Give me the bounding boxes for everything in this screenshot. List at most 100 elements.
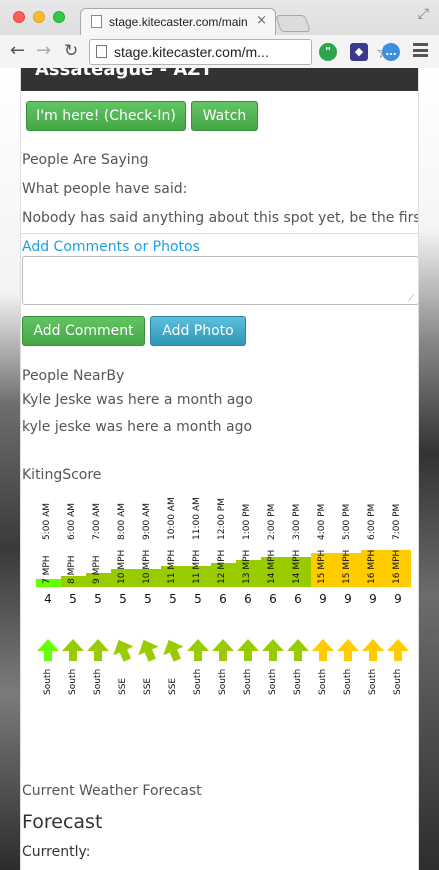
time-label: 9:00 AM (142, 503, 152, 540)
wind-direction-arrow-icon (211, 638, 235, 662)
wind-direction-arrow-icon (236, 638, 260, 662)
comments-subheading: What people have said: (22, 181, 188, 197)
back-icon[interactable]: ← (10, 41, 25, 61)
direction-label: South (268, 668, 278, 695)
nearby-entry: kyle jeske was here a month ago (22, 419, 253, 435)
score-label: 9 (369, 592, 377, 606)
new-tab-button[interactable] (275, 15, 311, 32)
wind-label: 10 MPH (117, 549, 127, 584)
time-label: 7:00 AM (92, 503, 102, 540)
time-label: 8:00 AM (117, 503, 127, 540)
score-label: 9 (394, 592, 402, 606)
wind-label: 12 MPH (217, 549, 227, 584)
watch-button[interactable]: Watch (191, 101, 258, 131)
wind-direction-arrow-icon (261, 638, 285, 662)
background-photo-right (419, 68, 439, 870)
time-label: 7:00 PM (392, 503, 402, 540)
window-close-button[interactable] (13, 11, 25, 23)
fullscreen-icon[interactable]: ⤢ (418, 6, 429, 22)
time-label: 2:00 PM (267, 503, 277, 540)
wind-label: 14 MPH (267, 549, 277, 584)
checkin-button[interactable]: I'm here! (Check-In) (26, 101, 186, 131)
direction-label: South (343, 668, 353, 695)
forecast-heading: Current Weather Forecast (22, 783, 202, 799)
kitingscore-heading: KitingScore (22, 467, 102, 483)
wind-label: 16 MPH (367, 549, 377, 584)
wind-direction-arrow-icon (86, 638, 110, 662)
tab-close-icon[interactable]: × (256, 13, 267, 28)
wind-label: 14 MPH (292, 549, 302, 584)
nearby-entry: Kyle Jeske was here a month ago (22, 392, 253, 408)
score-label: 4 (44, 592, 52, 606)
forward-icon[interactable]: → (36, 41, 51, 61)
chat-icon[interactable]: … (382, 43, 400, 61)
wind-direction-arrow-icon (61, 638, 85, 662)
score-label: 6 (294, 592, 302, 606)
nearby-heading: People NearBy (22, 368, 125, 384)
score-label: 5 (94, 592, 102, 606)
wind-label: 8 MPH (67, 555, 77, 584)
wind-direction-arrow-icon (36, 638, 60, 662)
score-label: 6 (269, 592, 277, 606)
direction-label: SSE (168, 677, 178, 695)
forecast-title: Forecast (22, 811, 103, 833)
page-icon (91, 15, 102, 28)
spot-panel: Assateague - AZT I'm here! (Check-In) Wa… (20, 68, 419, 870)
direction-label: South (193, 668, 203, 695)
add-comments-link[interactable]: Add Comments or Photos (22, 239, 200, 255)
wind-direction-arrow-icon (186, 638, 210, 662)
wind-label: 11 MPH (192, 549, 202, 584)
page-icon (96, 45, 107, 58)
window-minimize-button[interactable] (33, 11, 45, 23)
direction-label: South (318, 668, 328, 695)
spot-title: Assateague - AZT (35, 68, 213, 80)
wind-direction-arrow-icon (386, 638, 410, 662)
score-label: 5 (69, 592, 77, 606)
score-label: 9 (319, 592, 327, 606)
direction-label: South (293, 668, 303, 695)
add-photo-button[interactable]: Add Photo (150, 316, 246, 346)
background-photo-left (0, 68, 20, 870)
wind-direction-arrow-icon (311, 638, 335, 662)
score-label: 5 (144, 592, 152, 606)
hangouts-icon[interactable]: " (319, 43, 337, 61)
time-label: 5:00 PM (342, 503, 352, 540)
reload-icon[interactable]: ↻ (64, 41, 78, 61)
score-label: 5 (194, 592, 202, 606)
direction-label: SSE (118, 677, 128, 695)
kitingscore-chart: 5:00 AM 7 MPH 4 South 6:00 AM 8 MPH 5 South 7:00… (33, 488, 418, 703)
address-bar[interactable]: stage.kitecaster.com/m... ☆ (89, 39, 392, 65)
time-label: 3:00 PM (292, 503, 302, 540)
add-comment-button[interactable]: Add Comment (22, 316, 145, 346)
direction-label: South (43, 668, 53, 695)
browser-tab[interactable]: stage.kitecaster.com/main × (80, 8, 276, 35)
score-label: 5 (169, 592, 177, 606)
wind-label: 16 MPH (392, 549, 402, 584)
score-label: 5 (119, 592, 127, 606)
time-label: 12:00 PM (217, 498, 227, 540)
wind-direction-arrow-icon (286, 638, 310, 662)
hub-icon[interactable]: ◆ (350, 43, 368, 61)
browser-toolbar: ← → ↻ stage.kitecaster.com/m... ☆ " ◆ … (0, 35, 439, 68)
window-maximize-button[interactable] (53, 11, 65, 23)
browser-chrome: stage.kitecaster.com/main × ⤢ ← → ↻ stag… (0, 0, 439, 68)
score-label: 6 (219, 592, 227, 606)
divider (21, 233, 418, 234)
time-label: 10:00 AM (167, 497, 177, 540)
wind-direction-arrow-icon (336, 638, 360, 662)
url-text[interactable]: stage.kitecaster.com/m... (114, 44, 269, 60)
direction-label: South (218, 668, 228, 695)
score-label: 6 (244, 592, 252, 606)
direction-label: South (393, 668, 403, 695)
menu-icon[interactable] (413, 43, 428, 57)
wind-direction-arrow-icon (361, 638, 385, 662)
comment-textarea[interactable] (22, 256, 418, 305)
wind-label: 13 MPH (242, 549, 252, 584)
time-label: 4:00 PM (317, 503, 327, 540)
wind-label: 7 MPH (42, 555, 52, 584)
time-label: 1:00 PM (242, 503, 252, 540)
time-label: 6:00 AM (67, 503, 77, 540)
wind-label: 15 MPH (342, 549, 352, 584)
wind-label: 10 MPH (142, 549, 152, 584)
wind-direction-arrow-icon (157, 634, 188, 665)
